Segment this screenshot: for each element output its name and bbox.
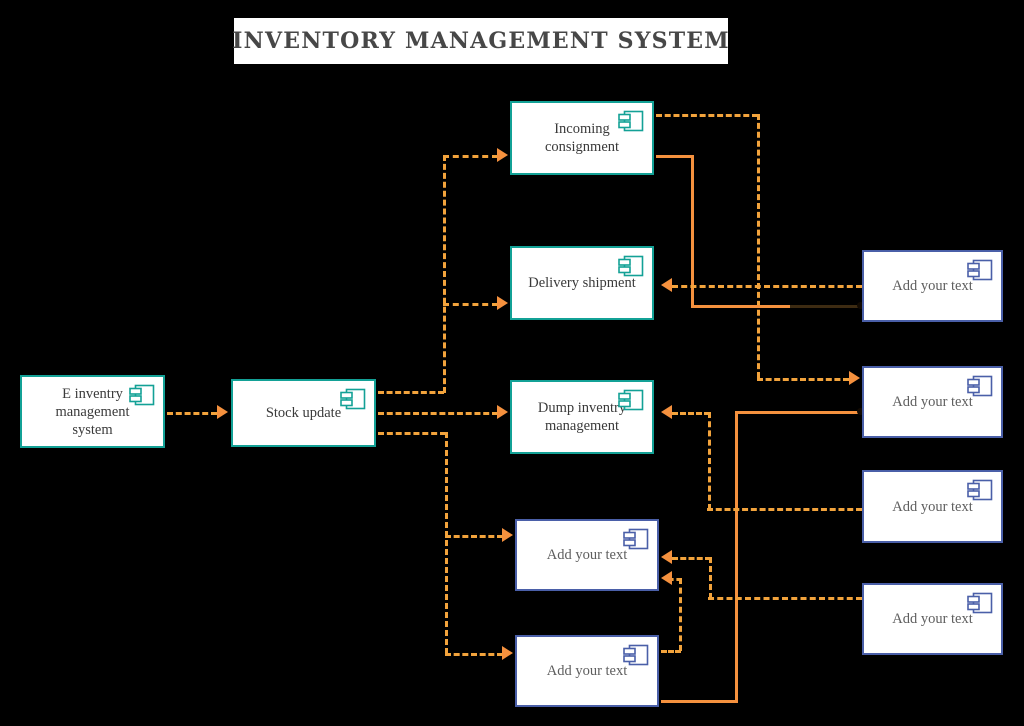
node-label: Stock update — [265, 405, 342, 421]
uml-component-icon — [623, 528, 649, 550]
node-add-your-text-right-3[interactable]: Add your text — [862, 470, 1003, 543]
diagram-title-plate: Inventory Management System — [232, 18, 730, 64]
connector-add-your-text-right-4-up — [709, 557, 712, 599]
uml-component-icon — [967, 592, 993, 614]
connector-stock-update-out-top — [378, 391, 444, 394]
node-add-your-text-mid-1[interactable]: Add your text — [515, 519, 659, 591]
arrowhead-stock-update-in — [217, 405, 228, 419]
connector-right-vertical-dashed — [757, 114, 760, 378]
uml-component-icon — [618, 110, 644, 132]
connector-add-your-text-right-3-out — [707, 508, 862, 511]
node-incoming-consignment[interactable]: Incoming consignment — [510, 101, 654, 175]
page-title: Inventory Management System — [232, 28, 730, 54]
connector-to-add-your-text-mid-1-right — [672, 557, 711, 560]
uml-component-icon — [618, 389, 644, 411]
arrowhead-delivery-shipment-in — [497, 296, 508, 310]
node-add-your-text-right-1[interactable]: Add your text — [862, 250, 1003, 322]
connector-to-delivery-shipment — [443, 303, 498, 306]
connector-trunk-upper — [443, 155, 446, 393]
diagram-canvas: Inventory Management System — [0, 0, 1024, 726]
node-delivery-shipment[interactable]: Delivery shipment — [510, 246, 654, 320]
connector-add-your-text-right-3-up — [708, 412, 711, 510]
uml-component-icon — [967, 479, 993, 501]
connector-add-your-text-right-4-out — [708, 597, 862, 600]
uml-component-icon — [618, 255, 644, 277]
arrowhead-add-your-text-mid-1-in-right-2 — [661, 571, 672, 585]
connector-to-add-your-text-right-2 — [757, 378, 849, 381]
uml-component-icon — [623, 644, 649, 666]
connector-add-your-text-right-2-solid-out — [737, 411, 862, 414]
uml-component-icon — [967, 259, 993, 281]
connector-mid-2-to-mid-1-vertical — [679, 578, 682, 651]
node-stock-update[interactable]: Stock update — [231, 379, 376, 447]
arrowhead-delivery-shipment-in-right — [661, 278, 672, 292]
connector-add-your-text-right-1-to-delivery-shipment — [672, 285, 862, 288]
connector-to-add-your-text-mid-1 — [445, 535, 503, 538]
connector-stock-update-out-bottom — [378, 432, 446, 435]
connector-trunk-lower — [445, 432, 448, 654]
node-e-inventry-management-system[interactable]: E inventry management system — [20, 375, 165, 448]
connector-add-your-text-right-1-link — [790, 305, 862, 308]
uml-component-icon — [129, 384, 155, 406]
arrowhead-add-your-text-mid-1-in — [502, 528, 513, 542]
connector-mid-2-solid-out — [661, 700, 738, 703]
node-add-your-text-right-2[interactable]: Add your text — [862, 366, 1003, 438]
connector-incoming-consignment-out-top — [656, 114, 758, 117]
connector-to-add-your-text-mid-2 — [445, 653, 503, 656]
arrowhead-add-your-text-mid-2-in — [502, 646, 513, 660]
node-label: Incoming consignment — [544, 121, 620, 155]
uml-component-icon — [340, 388, 366, 410]
node-add-your-text-mid-2[interactable]: Add your text — [515, 635, 659, 707]
connector-solid-down-trunk — [735, 411, 738, 701]
arrowhead-dump-inventry-in-right — [661, 405, 672, 419]
connector-to-dump-inventry-right — [672, 412, 710, 415]
arrowhead-dump-inventry-in — [497, 405, 508, 419]
connector-to-incoming-consignment — [443, 155, 498, 158]
connector-mid-2-to-mid-1-bottom — [661, 650, 681, 653]
arrowhead-incoming-consignment-in — [497, 148, 508, 162]
arrowhead-add-your-text-mid-1-in-right — [661, 550, 672, 564]
connector-incoming-consignment-solid-in — [691, 305, 791, 308]
node-add-your-text-right-4[interactable]: Add your text — [862, 583, 1003, 655]
node-dump-inventry-management[interactable]: Dump inventry management — [510, 380, 654, 454]
uml-component-icon — [967, 375, 993, 397]
connector-incoming-consignment-solid-out — [656, 155, 694, 158]
arrowhead-add-your-text-right-2-in — [849, 371, 860, 385]
connector-stock-update-to-dump-inventry — [378, 412, 498, 415]
connector-e-inventry-to-stock-update — [167, 412, 217, 415]
